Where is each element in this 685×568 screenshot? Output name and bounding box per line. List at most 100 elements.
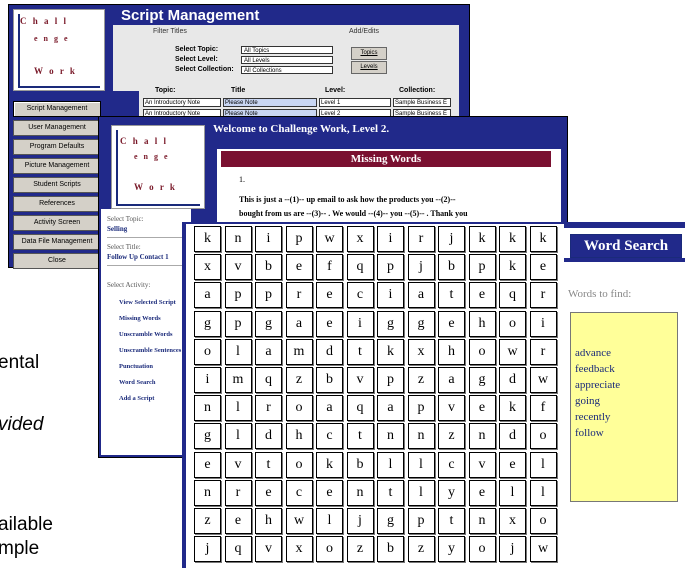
grid-letter-cell[interactable]: t — [255, 451, 282, 478]
select-level-dropdown[interactable]: All Levels — [241, 56, 333, 64]
grid-letter-cell[interactable]: a — [438, 367, 465, 393]
grid-letter-cell[interactable]: n — [407, 423, 435, 450]
grid-letter-cell[interactable]: g — [194, 310, 221, 337]
grid-letter-cell[interactable]: e — [316, 310, 343, 337]
grid-letter-cell[interactable]: b — [377, 536, 404, 563]
sidebar-item-references[interactable]: References — [13, 196, 101, 212]
grid-letter-cell[interactable]: l — [316, 508, 343, 534]
grid-letter-cell[interactable]: r — [529, 282, 557, 309]
grid-letter-cell[interactable]: n — [224, 226, 252, 252]
grid-letter-cell[interactable]: l — [529, 479, 557, 506]
grid-letter-cell[interactable]: n — [194, 395, 221, 422]
grid-letter-cell[interactable]: c — [346, 282, 374, 309]
grid-letter-cell[interactable]: w — [529, 367, 557, 393]
grid-letter-cell[interactable]: z — [438, 423, 465, 450]
grid-letter-cell[interactable]: l — [224, 338, 252, 365]
grid-letter-cell[interactable]: p — [224, 282, 252, 309]
grid-letter-cell[interactable]: d — [255, 423, 282, 450]
grid-letter-cell[interactable]: x — [407, 338, 435, 365]
grid-letter-cell[interactable]: p — [468, 254, 496, 281]
grid-letter-cell[interactable]: h — [438, 338, 465, 365]
grid-letter-cell[interactable]: a — [285, 310, 313, 337]
grid-letter-cell[interactable]: r — [407, 226, 435, 252]
grid-letter-cell[interactable]: n — [194, 479, 221, 506]
grid-letter-cell[interactable]: c — [285, 479, 313, 506]
grid-letter-cell[interactable]: r — [285, 282, 313, 309]
grid-letter-cell[interactable]: p — [285, 226, 313, 252]
grid-letter-cell[interactable]: t — [346, 338, 374, 365]
grid-letter-cell[interactable]: h — [468, 310, 496, 337]
grid-letter-cell[interactable]: l — [407, 451, 435, 478]
grid-letter-cell[interactable]: c — [438, 451, 465, 478]
grid-letter-cell[interactable]: j — [438, 226, 465, 252]
select-title-value[interactable]: Follow Up Contact 1 — [107, 253, 169, 261]
grid-letter-cell[interactable]: i — [377, 226, 404, 252]
activity-add-script[interactable]: Add a Script — [119, 395, 154, 402]
grid-letter-cell[interactable]: x — [285, 536, 313, 563]
grid-letter-cell[interactable]: v — [468, 451, 496, 478]
grid-letter-cell[interactable]: t — [346, 423, 374, 450]
grid-letter-cell[interactable]: b — [438, 254, 465, 281]
grid-letter-cell[interactable]: q — [346, 254, 374, 281]
grid-letter-cell[interactable]: p — [377, 367, 404, 393]
grid-letter-cell[interactable]: w — [499, 338, 526, 365]
grid-letter-cell[interactable]: l — [407, 479, 435, 506]
grid-letter-cell[interactable]: y — [438, 536, 465, 563]
grid-letter-cell[interactable]: g — [255, 310, 282, 337]
grid-letter-cell[interactable]: p — [377, 254, 404, 281]
grid-letter-cell[interactable]: t — [377, 479, 404, 506]
grid-letter-cell[interactable]: l — [529, 451, 557, 478]
grid-letter-cell[interactable]: j — [194, 536, 221, 563]
grid-letter-cell[interactable]: i — [255, 226, 282, 252]
grid-letter-cell[interactable]: r — [255, 395, 282, 422]
grid-letter-cell[interactable]: l — [499, 479, 526, 506]
grid-letter-cell[interactable]: w — [285, 508, 313, 534]
grid-letter-cell[interactable]: n — [468, 508, 496, 534]
activity-word-search[interactable]: Word Search — [119, 379, 156, 386]
grid-letter-cell[interactable]: d — [316, 338, 343, 365]
sidebar-item-data-file-management[interactable]: Data File Management — [13, 234, 101, 250]
grid-letter-cell[interactable]: j — [346, 508, 374, 534]
grid-letter-cell[interactable]: i — [377, 282, 404, 309]
activity-punctuation[interactable]: Punctuation — [119, 363, 153, 370]
grid-letter-cell[interactable]: n — [346, 479, 374, 506]
select-topic-dropdown[interactable]: All Topics — [241, 46, 333, 54]
grid-letter-cell[interactable]: g — [468, 367, 496, 393]
grid-letter-cell[interactable]: m — [224, 367, 252, 393]
grid-letter-cell[interactable]: q — [224, 536, 252, 563]
grid-letter-cell[interactable]: l — [377, 451, 404, 478]
grid-letter-cell[interactable]: a — [316, 395, 343, 422]
grid-letter-cell[interactable]: d — [499, 423, 526, 450]
grid-letter-cell[interactable]: g — [194, 423, 221, 450]
grid-letter-cell[interactable]: k — [194, 226, 221, 252]
sidebar-item-student-scripts[interactable]: Student Scripts — [13, 177, 101, 193]
row-1-topic[interactable]: An Introductory Note — [143, 98, 221, 107]
grid-letter-cell[interactable]: o — [499, 310, 526, 337]
activity-unscramble-words[interactable]: Unscramble Words — [119, 331, 173, 338]
grid-letter-cell[interactable]: g — [377, 310, 404, 337]
grid-letter-cell[interactable]: k — [499, 226, 526, 252]
grid-letter-cell[interactable]: o — [529, 423, 557, 450]
grid-letter-cell[interactable]: e — [285, 254, 313, 281]
grid-letter-cell[interactable]: h — [285, 423, 313, 450]
grid-letter-cell[interactable]: v — [438, 395, 465, 422]
grid-letter-cell[interactable]: i — [194, 367, 221, 393]
grid-letter-cell[interactable]: z — [407, 536, 435, 563]
sidebar-item-picture-management[interactable]: Picture Management — [13, 158, 101, 174]
topics-button[interactable]: Topics — [351, 47, 387, 60]
grid-letter-cell[interactable]: f — [316, 254, 343, 281]
grid-letter-cell[interactable]: e — [224, 508, 252, 534]
grid-letter-cell[interactable]: p — [407, 395, 435, 422]
grid-letter-cell[interactable]: k — [316, 451, 343, 478]
grid-letter-cell[interactable]: e — [468, 479, 496, 506]
grid-letter-cell[interactable]: e — [255, 479, 282, 506]
grid-letter-cell[interactable]: o — [468, 536, 496, 563]
grid-letter-cell[interactable]: a — [377, 395, 404, 422]
grid-letter-cell[interactable]: l — [224, 395, 252, 422]
grid-letter-cell[interactable]: o — [285, 395, 313, 422]
grid-letter-cell[interactable]: o — [194, 338, 221, 365]
grid-letter-cell[interactable]: v — [255, 536, 282, 563]
grid-letter-cell[interactable]: e — [194, 451, 221, 478]
grid-letter-cell[interactable]: w — [529, 536, 557, 563]
grid-letter-cell[interactable]: t — [438, 508, 465, 534]
